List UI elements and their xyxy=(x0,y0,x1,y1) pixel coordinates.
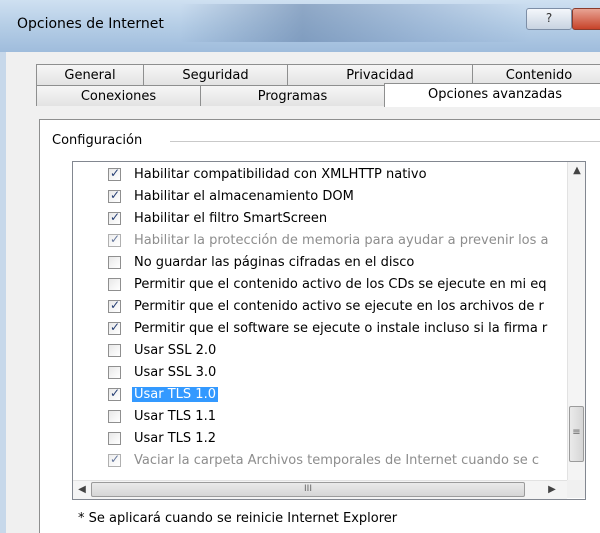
setting-label: Permitir que el contenido activo de los … xyxy=(134,277,547,292)
checkbox[interactable] xyxy=(108,166,121,181)
checkbox[interactable] xyxy=(108,256,121,269)
setting-label: Habilitar el almacenamiento DOM xyxy=(134,189,354,204)
group-label-configuracion: Configuración xyxy=(52,133,149,148)
scroll-left-icon[interactable]: ◀ xyxy=(73,481,91,499)
setting-label: Usar TLS 1.2 xyxy=(134,431,216,446)
setting-label: Permitir que el contenido activo se ejec… xyxy=(134,299,544,314)
setting-label: Usar SSL 2.0 xyxy=(134,343,217,358)
checkbox[interactable] xyxy=(108,366,121,379)
tab-privacidad[interactable]: Privacidad xyxy=(287,64,473,85)
setting-label-selected: Usar TLS 1.0 xyxy=(132,387,218,402)
list-item[interactable]: Usar TLS 1.0 xyxy=(73,385,553,407)
scroll-thumb[interactable]: ≡ xyxy=(569,406,584,462)
tab-programas[interactable]: Programas xyxy=(200,85,385,106)
list-item[interactable]: Usar SSL 2.0 xyxy=(73,341,553,363)
window-title: Opciones de Internet xyxy=(17,16,164,32)
list-item[interactable]: No guardar las páginas cifradas en el di… xyxy=(73,253,553,275)
checkbox xyxy=(108,452,121,467)
checkbox[interactable] xyxy=(108,432,121,445)
setting-label: Permitir que el software se ejecute o in… xyxy=(134,321,548,336)
list-item[interactable]: Habilitar compatibilidad con XMLHTTP nat… xyxy=(73,165,553,187)
scroll-right-icon[interactable]: ▶ xyxy=(543,481,561,499)
checkbox[interactable] xyxy=(108,344,121,357)
title-bar[interactable]: Opciones de Internet ? xyxy=(0,0,600,52)
tab-seguridad[interactable]: Seguridad xyxy=(143,64,288,85)
list-item[interactable]: Usar TLS 1.2 xyxy=(73,429,553,451)
vertical-scrollbar[interactable]: ▲ ≡ xyxy=(567,162,585,480)
restart-footnote: * Se aplicará cuando se reinicie Interne… xyxy=(78,511,398,526)
checkbox[interactable] xyxy=(108,298,121,313)
group-divider xyxy=(170,141,600,142)
checkbox[interactable] xyxy=(108,320,121,335)
setting-label: Usar SSL 3.0 xyxy=(134,365,217,380)
list-item[interactable]: Permitir que el contenido activo se ejec… xyxy=(73,297,553,319)
settings-list[interactable]: Habilitar compatibilidad con XMLHTTP nat… xyxy=(72,161,586,500)
setting-label: Habilitar el filtro SmartScreen xyxy=(134,211,328,226)
checkbox[interactable] xyxy=(108,278,121,291)
list-item[interactable]: Permitir que el software se ejecute o in… xyxy=(73,319,553,341)
help-button[interactable]: ? xyxy=(526,8,572,30)
checkbox[interactable] xyxy=(108,410,121,423)
checkbox[interactable] xyxy=(108,386,121,401)
list-item[interactable]: Habilitar el almacenamiento DOM xyxy=(73,187,553,209)
list-item[interactable]: Permitir que el contenido activo de los … xyxy=(73,275,553,297)
tab-general[interactable]: General xyxy=(36,64,144,85)
horizontal-scroll-thumb[interactable]: III xyxy=(91,482,525,497)
setting-label: Usar TLS 1.1 xyxy=(134,409,216,424)
setting-label: No guardar las páginas cifradas en el di… xyxy=(134,255,415,270)
setting-label: Vaciar la carpeta Archivos temporales de… xyxy=(134,453,540,468)
list-item: Vaciar la carpeta Archivos temporales de… xyxy=(73,451,553,473)
checkbox[interactable] xyxy=(108,188,121,203)
setting-label: Habilitar la protección de memoria para … xyxy=(134,233,549,248)
close-button[interactable] xyxy=(572,8,600,30)
horizontal-scrollbar[interactable]: ◀ III ▶ xyxy=(73,480,567,499)
list-item[interactable]: Usar TLS 1.1 xyxy=(73,407,553,429)
list-item: Habilitar la protección de memoria para … xyxy=(73,231,553,253)
scroll-up-icon[interactable]: ▲ xyxy=(568,162,585,180)
internet-options-window: Opciones de Internet ? General Seguridad… xyxy=(0,0,600,533)
list-item[interactable]: Usar SSL 3.0 xyxy=(73,363,553,385)
list-item[interactable]: Habilitar el filtro SmartScreen xyxy=(73,209,553,231)
tab-opciones-avanzadas[interactable]: Opciones avanzadas xyxy=(384,83,600,107)
checkbox xyxy=(108,232,121,247)
setting-label: Habilitar compatibilidad con XMLHTTP nat… xyxy=(134,167,427,182)
scrollbar-corner xyxy=(567,480,585,498)
checkbox[interactable] xyxy=(108,210,121,225)
tab-conexiones[interactable]: Conexiones xyxy=(36,85,201,106)
tab-contenido[interactable]: Contenido xyxy=(472,64,600,85)
